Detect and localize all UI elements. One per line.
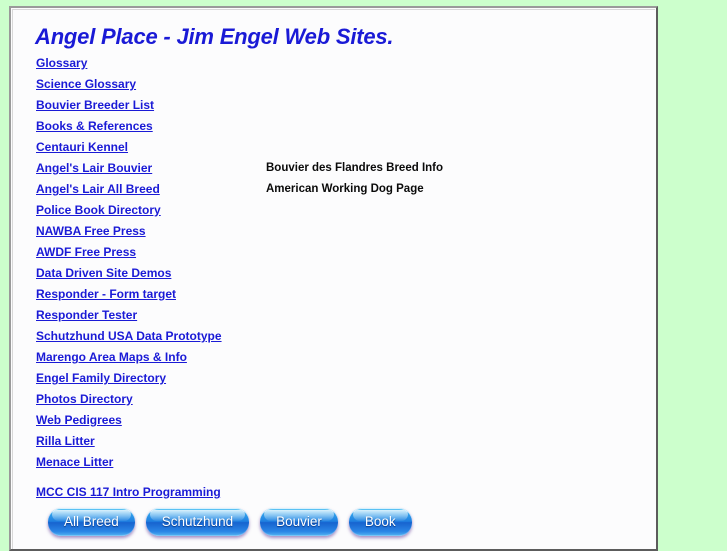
link-row: Photos Directory bbox=[36, 389, 636, 410]
site-link[interactable]: Menace Litter bbox=[36, 452, 113, 473]
link-row: Marengo Area Maps & Info bbox=[36, 347, 636, 368]
page-title: Angel Place - Jim Engel Web Sites. bbox=[35, 24, 394, 49]
link-description: Bouvier des Flandres Breed Info bbox=[266, 162, 444, 174]
nav-button-label: Bouvier bbox=[276, 514, 322, 529]
link-row: Bouvier Breeder List bbox=[36, 95, 636, 116]
link-row: Angel's Lair All Breed American Working D… bbox=[36, 179, 636, 200]
link-row: Rilla Litter bbox=[36, 431, 636, 452]
link-row: Engel Family Directory bbox=[36, 368, 636, 389]
link-row: Science Glossary bbox=[36, 74, 636, 95]
nav-button-label: Book bbox=[364, 514, 396, 529]
site-link[interactable]: Data Driven Site Demos bbox=[36, 263, 171, 284]
link-row: MCC CIS 117 Intro Programming bbox=[36, 482, 636, 503]
nav-button[interactable]: All Breed bbox=[48, 508, 135, 536]
link-row: AWDF Free Press bbox=[36, 242, 636, 263]
site-link[interactable]: Angel's Lair All Breed bbox=[36, 179, 160, 200]
link-row: Glossary bbox=[36, 53, 636, 74]
content-inner: Angel Place - Jim Engel Web Sites. Gloss… bbox=[12, 9, 655, 549]
site-link[interactable]: Science Glossary bbox=[36, 74, 136, 95]
site-link[interactable]: Police Book Directory bbox=[36, 200, 161, 221]
link-row: Data Driven Site Demos bbox=[36, 263, 636, 284]
link-row: Responder - Form target bbox=[36, 284, 636, 305]
site-link[interactable]: Web Pedigrees bbox=[36, 410, 122, 431]
nav-button[interactable]: Schutzhund bbox=[145, 508, 250, 536]
link-row: Angel's Lair Bouvier Bouvier des Flandres… bbox=[36, 158, 636, 179]
site-link[interactable]: Centauri Kennel bbox=[36, 137, 128, 158]
link-row: Responder Tester bbox=[36, 305, 636, 326]
site-link[interactable]: MCC CIS 117 Intro Programming bbox=[36, 482, 221, 503]
site-link[interactable]: Engel Family Directory bbox=[36, 368, 166, 389]
link-row: Menace Litter bbox=[36, 452, 636, 473]
site-link[interactable]: Responder - Form target bbox=[36, 284, 176, 305]
site-link[interactable]: Glossary bbox=[36, 53, 87, 74]
site-link-list: Glossary Science Glossary Bouvier Breeder … bbox=[36, 53, 636, 503]
link-row: Schutzhund USA Data Prototype bbox=[36, 326, 636, 347]
site-link[interactable]: Marengo Area Maps & Info bbox=[36, 347, 187, 368]
site-link[interactable]: Books & References bbox=[36, 116, 153, 137]
site-link[interactable]: NAWBA Free Press bbox=[36, 221, 146, 242]
link-row: Centauri Kennel bbox=[36, 137, 636, 158]
site-link[interactable]: Angel's Lair Bouvier bbox=[36, 158, 152, 179]
site-link[interactable]: Responder Tester bbox=[36, 305, 137, 326]
site-link[interactable]: Photos Directory bbox=[36, 389, 133, 410]
link-row: NAWBA Free Press bbox=[36, 221, 636, 242]
site-link[interactable]: AWDF Free Press bbox=[36, 242, 136, 263]
link-row: Web Pedigrees bbox=[36, 410, 636, 431]
nav-button-label: All Breed bbox=[64, 514, 119, 529]
link-row: Books & References bbox=[36, 116, 636, 137]
site-link[interactable]: Rilla Litter bbox=[36, 431, 95, 452]
site-link[interactable]: Bouvier Breeder List bbox=[36, 95, 154, 116]
page-background: Angel Place - Jim Engel Web Sites. Gloss… bbox=[0, 0, 727, 551]
link-row: Police Book Directory bbox=[36, 200, 636, 221]
button-strip: All Breed Schutzhund Bouvier Book bbox=[48, 508, 423, 542]
nav-button-label: Schutzhund bbox=[161, 514, 234, 529]
nav-button[interactable]: Book bbox=[348, 508, 412, 536]
content-box: Angel Place - Jim Engel Web Sites. Gloss… bbox=[9, 6, 658, 551]
site-link[interactable]: Schutzhund USA Data Prototype bbox=[36, 326, 222, 347]
nav-button[interactable]: Bouvier bbox=[260, 508, 338, 536]
link-description: American Working Dog Page bbox=[266, 183, 424, 195]
